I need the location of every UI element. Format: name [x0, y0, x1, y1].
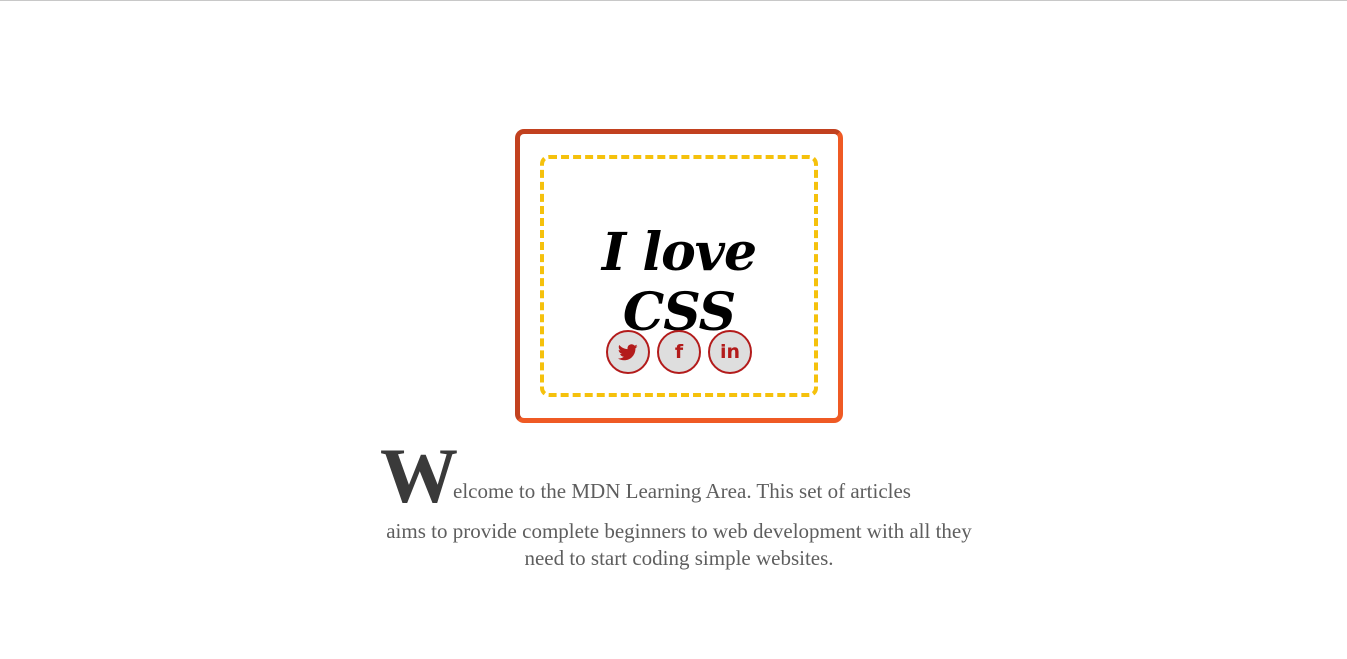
intro-body-text: aims to provide complete beginners to we…	[386, 519, 972, 570]
facebook-link[interactable]: f	[657, 330, 701, 374]
drop-cap: W	[380, 432, 458, 519]
twitter-link[interactable]	[606, 330, 650, 374]
intro-paragraph: W elcome to the MDN Learning Area. This …	[378, 437, 980, 572]
twitter-bird-icon	[618, 343, 638, 361]
card-title: I love CSS	[601, 222, 757, 343]
social-links: f in	[544, 330, 814, 374]
css-card: I love CSS f in	[515, 129, 843, 423]
intro-first-line-text: elcome to the MDN Learning Area. This se…	[453, 479, 911, 503]
facebook-f-icon: f	[674, 340, 684, 363]
linkedin-link[interactable]: in	[708, 330, 752, 374]
linkedin-in-icon: in	[719, 340, 741, 363]
card-inner-dashed-box: I love CSS f in	[540, 155, 818, 397]
intro-first-line: W elcome to the MDN Learning Area. This …	[378, 437, 980, 515]
